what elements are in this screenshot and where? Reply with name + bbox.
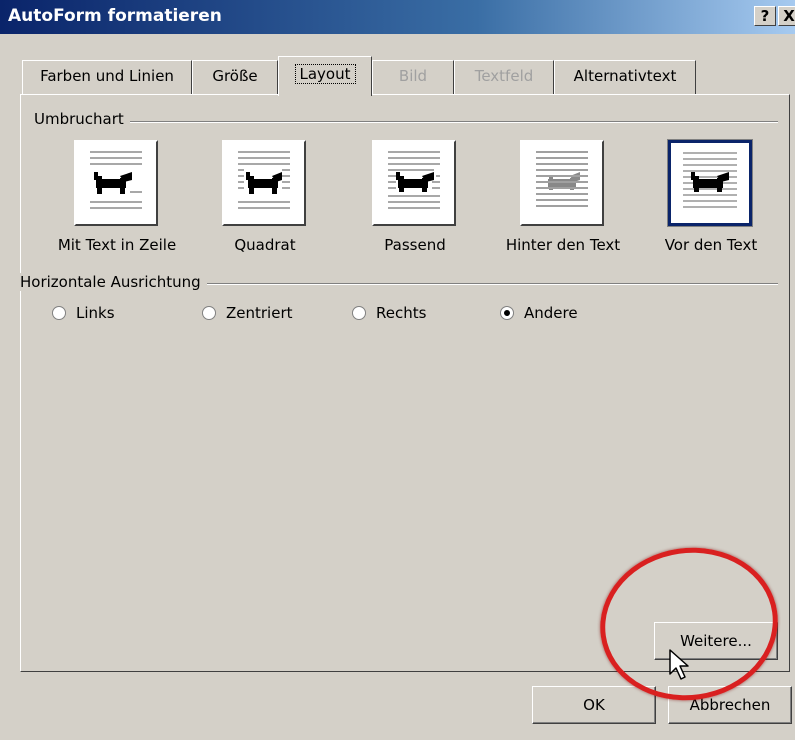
title-bar: AutoForm formatieren ? X (0, 0, 795, 34)
wrap-option-label: Hinter den Text (505, 236, 621, 254)
radio-button[interactable] (202, 306, 216, 320)
help-button[interactable]: ? (754, 6, 776, 26)
wrap-option-label: Passend (384, 236, 446, 254)
square-dog-icon (222, 140, 306, 226)
radio-label: Zentriert (226, 304, 293, 322)
tab-farben-und-linien[interactable]: Farben und Linien (22, 60, 192, 94)
radio-label: Andere (524, 304, 578, 322)
autoform-dialog: AutoForm formatieren ? X Farben und Lini… (0, 0, 795, 740)
inline-dog-icon (74, 140, 158, 226)
radio-button[interactable] (52, 306, 66, 320)
tab-textfeld: Textfeld (454, 60, 554, 94)
tab-bild: Bild (372, 60, 454, 94)
ok-button[interactable]: OK (532, 686, 656, 724)
mouse-cursor-icon (669, 649, 689, 680)
wrap-option-label: Vor den Text (664, 236, 758, 254)
wrap-option-label: Mit Text in Zeile (57, 236, 177, 254)
wrap-group-label: Umbruchart (34, 110, 130, 128)
align-group-label: Horizontale Ausrichtung (20, 273, 207, 291)
behind-text-dog-icon (520, 140, 604, 226)
radio-selected-dot (504, 310, 510, 316)
close-button[interactable]: X (778, 6, 795, 26)
in-front-dog-icon (667, 139, 753, 227)
radio-button[interactable] (500, 306, 514, 320)
tight-dog-icon (372, 140, 456, 226)
tab-layout[interactable]: Layout (278, 56, 372, 96)
radio-label: Rechts (376, 304, 427, 322)
tab-groesse[interactable]: Größe (192, 60, 278, 94)
cancel-button[interactable]: Abbrechen (668, 686, 792, 724)
tab-alternativtext[interactable]: Alternativtext (554, 60, 696, 94)
radio-button[interactable] (352, 306, 366, 320)
wrap-group-divider (36, 121, 778, 123)
wrap-option-label: Quadrat (234, 236, 296, 254)
radio-label: Links (76, 304, 115, 322)
window-title: AutoForm formatieren (8, 6, 222, 26)
